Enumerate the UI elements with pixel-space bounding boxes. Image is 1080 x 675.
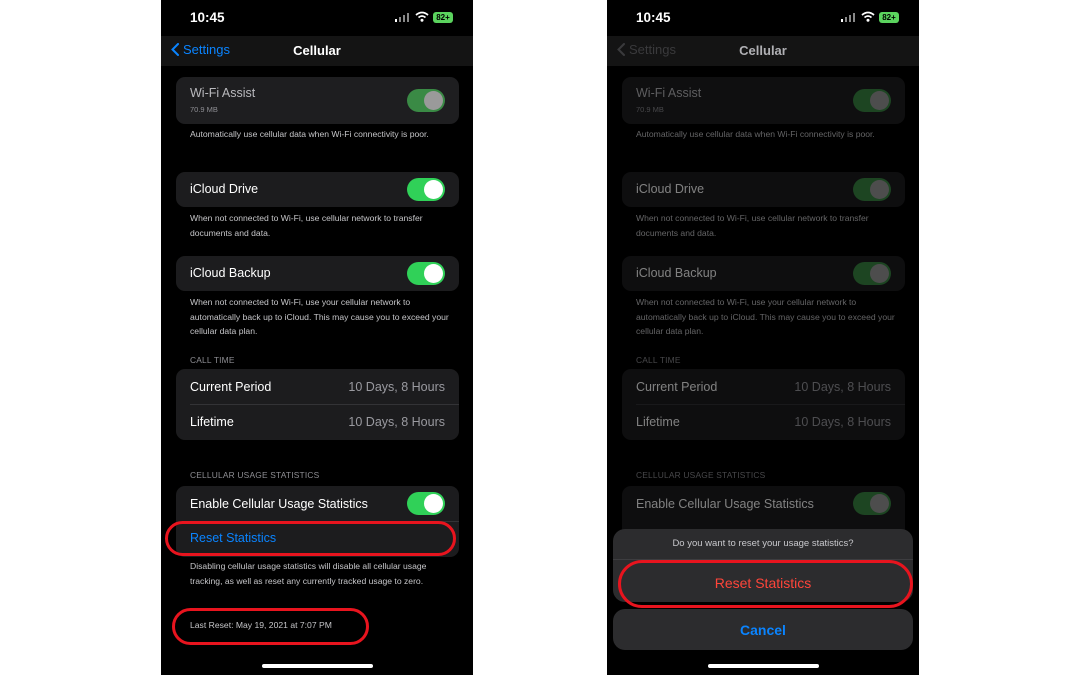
call-time-card: Current Period 10 Days, 8 Hours Lifetime…: [622, 369, 905, 440]
call-time-header: CALL TIME: [190, 355, 235, 365]
settings-list: Wi-Fi Assist 70.9 MB Automatically use c…: [161, 66, 473, 675]
confirm-reset-highlight: [618, 560, 913, 608]
call-time-header: CALL TIME: [636, 355, 681, 365]
lifetime-value: 10 Days, 8 Hours: [794, 415, 891, 429]
icloud-backup-label: iCloud Backup: [636, 266, 717, 280]
current-period-label: Current Period: [190, 380, 272, 394]
icloud-backup-description: When not connected to Wi-Fi, use your ce…: [636, 297, 895, 336]
cancel-button[interactable]: Cancel: [613, 622, 913, 638]
status-bar: 10:45 82+: [161, 0, 473, 36]
wifi-assist-label: Wi-Fi Assist: [636, 86, 702, 100]
navigation-bar: Settings Cellular: [161, 36, 473, 66]
icloud-backup-toggle[interactable]: [407, 262, 445, 285]
wifi-assist-toggle[interactable]: [407, 89, 445, 112]
wifi-assist-data-usage: 70.9 MB: [190, 105, 218, 114]
icloud-backup-description: When not connected to Wi-Fi, use your ce…: [190, 297, 449, 336]
wifi-icon: [415, 11, 429, 22]
last-reset-highlight: [172, 608, 369, 645]
icloud-drive-toggle[interactable]: [853, 178, 891, 201]
wifi-assist-toggle[interactable]: [853, 89, 891, 112]
lifetime-label: Lifetime: [636, 415, 680, 429]
icloud-backup-label: iCloud Backup: [190, 266, 271, 280]
enable-usage-statistics-label: Enable Cellular Usage Statistics: [636, 497, 814, 511]
phone-screenshot-settings: 10:45 82+ Settings Cellular Wi-Fi Assist…: [161, 0, 473, 675]
status-time: 10:45: [636, 10, 671, 25]
icloud-drive-label: iCloud Drive: [190, 182, 259, 196]
home-indicator: [262, 664, 373, 668]
lifetime-label: Lifetime: [190, 415, 234, 429]
icloud-backup-row: iCloud Backup: [622, 256, 905, 291]
enable-usage-statistics-label: Enable Cellular Usage Statistics: [190, 497, 368, 511]
wifi-assist-label: Wi-Fi Assist: [190, 86, 256, 100]
icloud-backup-toggle[interactable]: [853, 262, 891, 285]
current-period-value: 10 Days, 8 Hours: [348, 380, 445, 394]
row-divider: [190, 404, 459, 405]
wifi-assist-row: Wi-Fi Assist 70.9 MB: [622, 77, 905, 124]
row-divider: [636, 404, 905, 405]
icloud-drive-label: iCloud Drive: [636, 182, 705, 196]
enable-usage-statistics-toggle[interactable]: [853, 492, 891, 515]
usage-statistics-header: CELLULAR USAGE STATISTICS: [636, 470, 766, 480]
phone-screenshot-confirm-sheet: 10:45 82+ Settings Cellular Wi-Fi Assist…: [607, 0, 919, 675]
icloud-drive-row: iCloud Drive: [176, 172, 459, 207]
home-indicator: [708, 664, 819, 668]
wifi-assist-row: Wi-Fi Assist 70.9 MB: [176, 77, 459, 124]
status-bar: 10:45 82+: [607, 0, 919, 36]
cancel-sheet: Cancel: [613, 609, 913, 650]
icloud-backup-row: iCloud Backup: [176, 256, 459, 291]
confirmation-message: Do you want to reset your usage statisti…: [672, 538, 854, 549]
cellular-signal-icon: [395, 13, 409, 22]
page-title: Cellular: [739, 43, 787, 58]
cellular-signal-icon: [841, 13, 855, 22]
wifi-assist-description: Automatically use cellular data when Wi-…: [190, 129, 429, 139]
usage-statistics-header: CELLULAR USAGE STATISTICS: [190, 470, 320, 480]
icloud-drive-description: When not connected to Wi-Fi, use cellula…: [636, 213, 869, 238]
wifi-assist-description: Automatically use cellular data when Wi-…: [636, 129, 875, 139]
icloud-drive-row: iCloud Drive: [622, 172, 905, 207]
battery-icon: 82+: [879, 12, 899, 23]
status-time: 10:45: [190, 10, 225, 25]
current-period-value: 10 Days, 8 Hours: [794, 380, 891, 394]
page-title: Cellular: [293, 43, 341, 58]
lifetime-value: 10 Days, 8 Hours: [348, 415, 445, 429]
call-time-card: Current Period 10 Days, 8 Hours Lifetime…: [176, 369, 459, 440]
enable-usage-statistics-toggle[interactable]: [407, 492, 445, 515]
wifi-assist-data-usage: 70.9 MB: [636, 105, 664, 114]
wifi-icon: [861, 11, 875, 22]
icloud-drive-toggle[interactable]: [407, 178, 445, 201]
icloud-drive-description: When not connected to Wi-Fi, use cellula…: [190, 213, 423, 238]
usage-statistics-description: Disabling cellular usage statistics will…: [190, 561, 427, 586]
battery-icon: 82+: [433, 12, 453, 23]
current-period-label: Current Period: [636, 380, 718, 394]
reset-statistics-highlight: [165, 521, 456, 556]
navigation-bar: Settings Cellular: [607, 36, 919, 66]
